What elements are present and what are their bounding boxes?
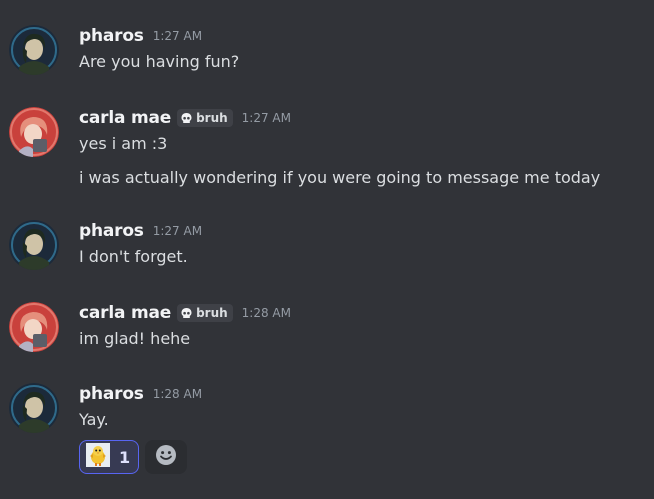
message-header: carla mae bruh 1:28 AM — [79, 302, 291, 324]
message-header: pharos 1:27 AM — [79, 220, 202, 242]
avatar[interactable] — [9, 383, 59, 433]
message-text: Yay. — [79, 410, 109, 429]
timestamp[interactable]: 1:27 AM — [153, 29, 202, 43]
username[interactable]: carla mae — [79, 108, 171, 128]
timestamp[interactable]: 1:28 AM — [153, 387, 202, 401]
username[interactable]: carla mae — [79, 303, 171, 323]
message-header: carla mae bruh 1:27 AM — [79, 107, 291, 129]
username[interactable]: pharos — [79, 221, 144, 241]
username[interactable]: pharos — [79, 26, 144, 46]
avatar[interactable] — [9, 107, 59, 157]
timestamp[interactable]: 1:27 AM — [242, 111, 291, 125]
avatar[interactable] — [9, 302, 59, 352]
message-text: im glad! hehe — [79, 329, 191, 348]
role-tag-label: bruh — [196, 111, 228, 125]
avatar[interactable] — [9, 220, 59, 270]
timestamp[interactable]: 1:28 AM — [242, 306, 291, 320]
skull-icon — [180, 307, 193, 320]
chat-message-list: pharos 1:27 AM Are you having fun? carla… — [0, 0, 654, 499]
username[interactable]: pharos — [79, 384, 144, 404]
role-tag[interactable]: bruh — [177, 304, 233, 322]
reaction-bar: 1 — [79, 440, 188, 474]
role-tag-label: bruh — [196, 306, 228, 320]
reaction-button[interactable]: 1 — [79, 440, 140, 474]
timestamp[interactable]: 1:27 AM — [153, 224, 202, 238]
message-text: I don't forget. — [79, 247, 188, 266]
add-reaction-button[interactable] — [145, 440, 188, 474]
chick-emoji-icon — [86, 443, 110, 471]
message-header: pharos 1:28 AM — [79, 383, 202, 405]
reaction-count: 1 — [119, 447, 131, 467]
skull-icon — [180, 112, 193, 125]
message-text: i was actually wondering if you were goi… — [79, 168, 601, 187]
role-tag[interactable]: bruh — [177, 109, 233, 127]
smiley-icon — [155, 444, 177, 470]
avatar[interactable] — [9, 25, 59, 75]
message-text: yes i am :3 — [79, 134, 168, 153]
message-header: pharos 1:27 AM — [79, 25, 202, 47]
message-text: Are you having fun? — [79, 52, 240, 71]
